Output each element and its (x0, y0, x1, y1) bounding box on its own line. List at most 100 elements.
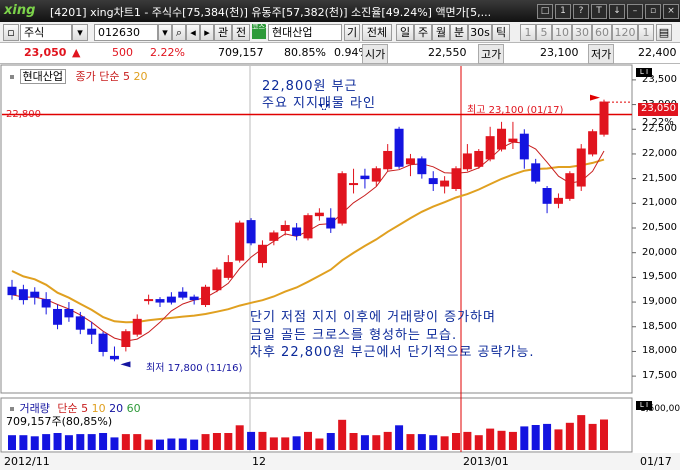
candle-body[interactable] (349, 183, 359, 186)
candle-body[interactable] (201, 286, 211, 306)
candle-body[interactable] (53, 308, 63, 325)
candle-body[interactable] (405, 158, 415, 165)
candle-body[interactable] (246, 220, 256, 244)
candle-body[interactable] (417, 158, 427, 175)
next-stock-icon[interactable]: ▸ (200, 24, 214, 41)
candle-body[interactable] (542, 188, 552, 204)
candle-body[interactable] (41, 299, 51, 308)
candle-body[interactable] (235, 222, 245, 261)
legend-stock-name[interactable]: 현대산업 (19, 69, 66, 84)
candle-body[interactable] (144, 299, 154, 302)
candle-body[interactable] (462, 153, 472, 170)
candle-body[interactable] (30, 291, 40, 298)
candle-body[interactable] (280, 225, 290, 231)
candle-body[interactable] (474, 150, 484, 167)
volume-ma60[interactable]: 60 (127, 402, 141, 415)
period-minute-button[interactable]: 분 (450, 24, 468, 41)
window-down-button[interactable]: ↓ (609, 4, 625, 19)
candle-body[interactable] (75, 316, 85, 330)
candle-body[interactable] (132, 318, 142, 335)
volume-bar (486, 428, 495, 450)
legend-ma20[interactable]: 20 (133, 70, 147, 83)
window-link-1-button[interactable]: 1 (555, 4, 571, 19)
window-top-button[interactable]: T (591, 4, 607, 19)
candle-body[interactable] (588, 131, 598, 155)
candle-body[interactable] (485, 136, 495, 160)
window-minimize-button[interactable]: – (627, 4, 643, 19)
legend-ma-label[interactable]: 단순 (99, 70, 119, 83)
legend-ma5[interactable]: 5 (123, 70, 130, 83)
candle-body[interactable] (98, 333, 108, 352)
candle-body[interactable] (337, 173, 347, 224)
candle-body[interactable] (87, 328, 97, 335)
candle-body[interactable] (314, 212, 324, 217)
period-daily-button[interactable]: 일 (396, 24, 414, 41)
volume-bar (440, 436, 449, 450)
market-type-select[interactable]: 주식 (20, 24, 72, 41)
interval-30-button[interactable]: 30 (572, 24, 592, 41)
candle-body[interactable] (121, 331, 131, 347)
candle-body[interactable] (360, 175, 370, 180)
candle-body[interactable] (212, 269, 222, 291)
candle-body[interactable] (7, 286, 17, 296)
window-maximize-button[interactable]: ▫ (645, 4, 661, 19)
candle-body[interactable] (576, 148, 586, 187)
volume-axis-scale-icon[interactable]: L I (636, 401, 652, 410)
period-monthly-button[interactable]: 월 (432, 24, 450, 41)
candle-body[interactable] (292, 227, 302, 236)
window-close-button[interactable]: × (663, 4, 679, 19)
candle-body[interactable] (326, 217, 336, 229)
legend-price-label[interactable]: 종가 (75, 70, 95, 83)
period-tick-button[interactable]: 틱 (492, 24, 510, 41)
candle-body[interactable] (599, 101, 609, 135)
code-dropdown-icon[interactable]: ▾ (158, 24, 172, 41)
interval-60-button[interactable]: 60 (592, 24, 612, 41)
candle-body[interactable] (189, 296, 199, 301)
candle-body[interactable] (508, 138, 518, 143)
candle-body[interactable] (269, 232, 279, 241)
search-icon[interactable]: ⌕ (172, 24, 186, 41)
candle-body[interactable] (553, 197, 563, 204)
price-axis-scale-icon[interactable]: L I (636, 68, 652, 77)
period-toggle-button[interactable]: 기 (344, 24, 360, 41)
interval-custom-button[interactable]: 1 (638, 24, 654, 41)
candle-body[interactable] (178, 291, 188, 298)
toggle-button[interactable]: ▫ (3, 24, 19, 41)
window-menu-button[interactable]: □ (537, 4, 553, 19)
candle-body[interactable] (428, 178, 438, 185)
candle-body[interactable] (497, 128, 507, 150)
prev-stock-icon[interactable]: ◂ (186, 24, 200, 41)
volume-bar (30, 436, 39, 450)
candle-body[interactable] (565, 173, 575, 199)
period-weekly-button[interactable]: 주 (414, 24, 432, 41)
candle-body[interactable] (109, 355, 119, 360)
window-help-button[interactable]: ? (573, 4, 589, 19)
candle-body[interactable] (519, 133, 529, 160)
interval-120-button[interactable]: 120 (612, 24, 638, 41)
stock-code-input[interactable]: 012630 (94, 24, 158, 41)
candle-body[interactable] (223, 262, 233, 278)
candle-body[interactable] (383, 150, 393, 170)
candle-body[interactable] (257, 244, 267, 264)
candle-body[interactable] (166, 296, 176, 303)
market-type-dropdown-icon[interactable]: ▾ (72, 24, 88, 41)
settings-icon[interactable]: ▤ (656, 24, 672, 41)
candle-body[interactable] (394, 128, 404, 167)
stock-name-field[interactable]: 현대산업 (268, 24, 342, 41)
link-button[interactable]: 관 (214, 24, 232, 41)
candle-body[interactable] (531, 163, 541, 182)
volume-bar (349, 433, 358, 450)
candle-body[interactable] (64, 308, 74, 318)
interval-5-button[interactable]: 5 (536, 24, 552, 41)
candle-body[interactable] (18, 289, 28, 301)
candle-body[interactable] (440, 180, 450, 187)
interval-10-button[interactable]: 10 (552, 24, 572, 41)
period-30s-button[interactable]: 30s (468, 24, 492, 41)
candle-body[interactable] (451, 168, 461, 189)
interval-1-button[interactable]: 1 (520, 24, 536, 41)
candle-body[interactable] (155, 299, 165, 303)
candle-body[interactable] (303, 215, 313, 239)
candle-body[interactable] (371, 168, 381, 182)
full-range-button[interactable]: 전체 (362, 24, 392, 41)
all-button[interactable]: 전 (232, 24, 250, 41)
